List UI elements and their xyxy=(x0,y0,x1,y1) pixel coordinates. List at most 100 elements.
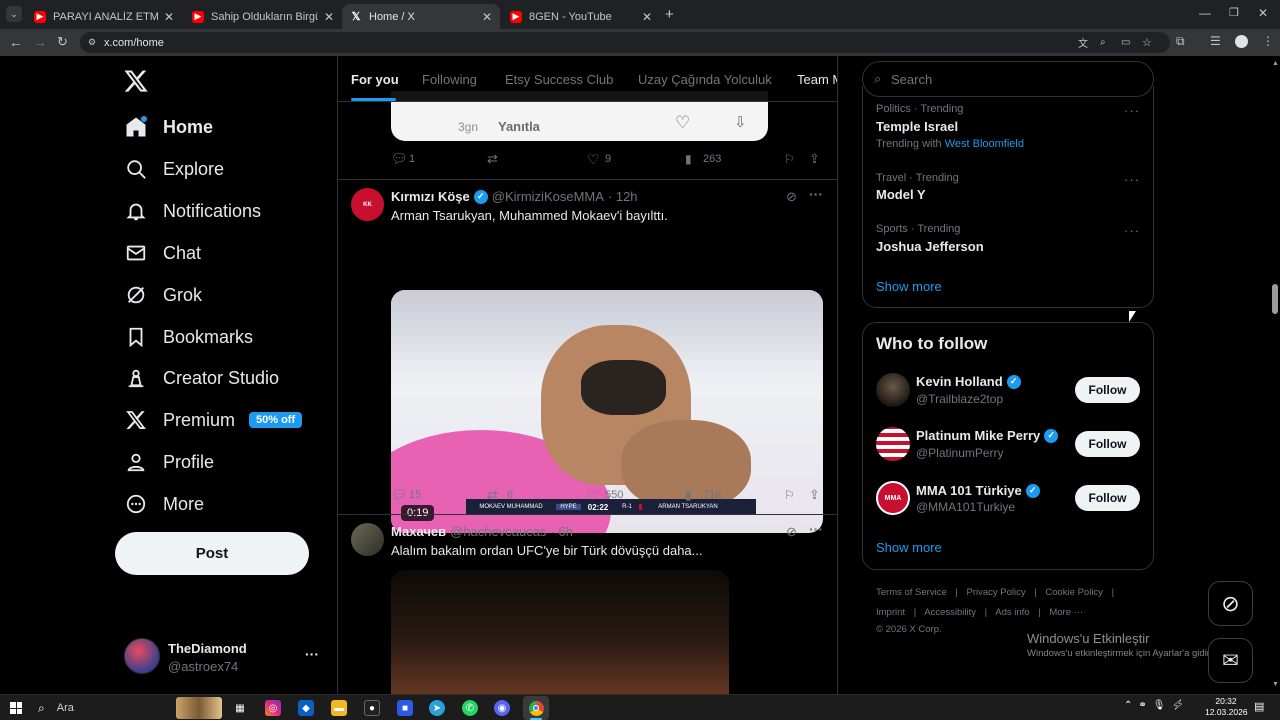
grok-icon[interactable]: ⊘ xyxy=(786,524,797,540)
cast-icon[interactable]: ▭ xyxy=(1121,37,1130,48)
profile-icon[interactable] xyxy=(1235,35,1248,48)
taskbar-app-icon[interactable]: ■ xyxy=(397,700,413,716)
post-time[interactable]: · 6h xyxy=(550,524,572,539)
post-author[interactable]: Kırmızı Köşe xyxy=(391,189,470,204)
sidebar-item-notifications[interactable]: Notifications xyxy=(122,191,261,231)
avatar[interactable] xyxy=(876,427,910,461)
messages-float-button[interactable]: ✉ xyxy=(1208,638,1253,683)
forward-icon[interactable]: → xyxy=(33,34,47,50)
translate-icon[interactable]: 文 xyxy=(1078,35,1088,50)
post-button[interactable]: Post xyxy=(115,532,309,575)
taskbar-app-icon[interactable]: ● xyxy=(364,700,380,716)
scrollbar-thumb[interactable] xyxy=(1272,284,1278,314)
views-icon[interactable]: ▮ xyxy=(685,152,692,166)
reload-icon[interactable]: ↻ xyxy=(57,34,68,50)
suggestion-name[interactable]: Platinum Mike Perry ✓ xyxy=(916,428,1059,443)
extensions-icon[interactable]: ⧉ xyxy=(1176,34,1185,49)
site-info-icon[interactable]: ⚙ xyxy=(88,37,96,48)
windows-start-icon[interactable] xyxy=(10,702,22,714)
tab-etsy-success-club[interactable]: Etsy Success Club xyxy=(505,72,613,87)
suggestion-name[interactable]: Kevin Holland ✓ xyxy=(916,374,1021,389)
trend-context-link[interactable]: West Bloomfield xyxy=(945,138,1024,150)
repost-icon[interactable]: ⇄ xyxy=(487,151,498,167)
tab-search-icon[interactable]: ⌄ xyxy=(6,6,22,22)
sidebar-item-grok[interactable]: Grok xyxy=(122,275,202,315)
suggestion-handle[interactable]: @Trailblaze2top xyxy=(916,392,1003,406)
follow-button[interactable]: Follow xyxy=(1075,377,1140,403)
footer-more-link[interactable]: More ··· xyxy=(1049,607,1083,618)
suggestion-handle[interactable]: @PlatinumPerry xyxy=(916,446,1004,460)
tray-icons[interactable]: ⌃⚭🎙︎⚡︎ xyxy=(1124,700,1190,711)
trend-menu-icon[interactable]: ··· xyxy=(1124,103,1140,118)
taskbar-app-icon[interactable]: ◆ xyxy=(298,700,314,716)
account-switcher[interactable]: TheDiamond @astroex74 ··· xyxy=(122,636,327,680)
avatar[interactable] xyxy=(351,523,384,556)
grok-float-button[interactable]: ⊘ xyxy=(1208,581,1253,626)
browser-tab-0[interactable]: ▶ PARAYI ANALİZ ETMEK - YouTube ✕ xyxy=(26,4,182,29)
views-icon[interactable]: ▮ xyxy=(685,488,692,502)
tab-following[interactable]: Following xyxy=(422,72,477,87)
scrollbar-down-arrow[interactable]: ▼ xyxy=(1272,681,1279,688)
whatsapp-icon[interactable]: ✆ xyxy=(462,700,478,716)
tab-menu-icon[interactable]: ☰ xyxy=(1210,34,1221,48)
share-icon[interactable]: ⇪ xyxy=(809,151,820,167)
repost-icon[interactable]: ⇄ xyxy=(487,487,498,503)
post[interactable]: Махачев @hachevcaucas · 6h ⊘ ··· Alalım … xyxy=(338,515,837,694)
tab-uzay-caginda-yolculuk[interactable]: Uzay Çağında Yolculuk xyxy=(638,72,772,87)
task-view-icon[interactable]: ▦ xyxy=(232,700,248,716)
close-window-icon[interactable]: ✕ xyxy=(1258,6,1268,20)
sidebar-item-explore[interactable]: Explore xyxy=(122,149,224,189)
sidebar-item-profile[interactable]: Profile xyxy=(122,442,214,482)
trend-menu-icon[interactable]: ··· xyxy=(1124,223,1140,238)
suggestion-name[interactable]: MMA 101 Türkiye ✓ xyxy=(916,483,1040,498)
instagram-icon[interactable]: ◎ xyxy=(265,700,281,716)
post-time[interactable]: · 12h xyxy=(608,189,638,204)
minimize-icon[interactable]: — xyxy=(1199,6,1211,20)
telegram-icon[interactable]: ➤ xyxy=(429,700,445,716)
sidebar-item-bookmarks[interactable]: Bookmarks xyxy=(122,317,253,357)
reply-icon[interactable]: 💬︎ xyxy=(391,487,408,503)
chrome-icon[interactable] xyxy=(523,696,549,720)
who-to-follow-show-more[interactable]: Show more xyxy=(876,540,942,555)
new-tab-button[interactable]: + xyxy=(665,6,674,23)
tab-for-you[interactable]: For you xyxy=(351,72,399,87)
account-menu-icon[interactable]: ··· xyxy=(305,646,319,662)
share-icon[interactable]: ⇪ xyxy=(809,487,820,503)
footer-link[interactable]: Terms of Service xyxy=(876,587,947,598)
post-handle[interactable]: @KirmiziKoseMMA xyxy=(492,189,604,204)
clock[interactable]: 20:32 12.03.2026 xyxy=(1205,696,1248,718)
file-explorer-icon[interactable]: ▬ xyxy=(331,700,347,716)
sidebar-item-chat[interactable]: Chat xyxy=(122,233,201,273)
browser-tab-3[interactable]: ▶ 8GEN - YouTube ✕ xyxy=(502,4,660,29)
scrollbar-up-arrow[interactable]: ▲ xyxy=(1272,60,1279,67)
avatar[interactable]: MMA xyxy=(876,481,910,515)
close-tab-icon[interactable]: ✕ xyxy=(164,10,174,24)
x-logo-icon[interactable] xyxy=(123,68,151,96)
trends-show-more[interactable]: Show more xyxy=(876,279,942,294)
zoom-icon[interactable]: ⌕ xyxy=(1100,37,1106,48)
taskbar-app-icon[interactable]: ◉ xyxy=(494,700,510,716)
post-author[interactable]: Махачев xyxy=(391,524,446,539)
sidebar-item-more[interactable]: More xyxy=(122,484,204,524)
url-field[interactable]: ⚙ x.com/home 文 ⌕ ▭ ☆ xyxy=(80,32,1170,53)
tab-team-m[interactable]: Team M xyxy=(797,72,837,87)
reply-icon[interactable]: 💬︎ xyxy=(391,151,408,167)
sidebar-item-premium[interactable]: Premium 50% off xyxy=(122,400,303,440)
post-menu-icon[interactable]: ··· xyxy=(809,186,823,202)
scrollbar[interactable]: ▲ ▼ xyxy=(1270,56,1280,694)
footer-link[interactable]: Imprint xyxy=(876,607,905,618)
close-tab-icon[interactable]: ✕ xyxy=(324,10,334,24)
post-handle[interactable]: @hachevcaucas xyxy=(450,524,546,539)
footer-link[interactable]: Privacy Policy xyxy=(967,587,1026,598)
bookmark-star-icon[interactable]: ☆ xyxy=(1142,36,1152,49)
like-icon[interactable]: ♡ xyxy=(587,151,600,168)
dislike-icon[interactable]: ⇩ xyxy=(734,113,747,131)
browser-tab-1[interactable]: ▶ Sahip Oldukların Birgün Sana S... ✕ xyxy=(184,4,342,29)
browser-menu-icon[interactable]: ⋮ xyxy=(1262,34,1274,48)
footer-link[interactable]: Ads info xyxy=(995,607,1029,618)
taskbar-search[interactable]: ⌕ Ara xyxy=(34,697,224,719)
like-icon[interactable]: ♡ xyxy=(587,487,600,504)
quoted-reply-link[interactable]: Yanıtla xyxy=(498,119,540,134)
sidebar-item-home[interactable]: Home xyxy=(122,107,213,147)
post[interactable]: KK Kırmızı Köşe ✓ @KirmiziKoseMMA · 12h … xyxy=(338,180,837,533)
